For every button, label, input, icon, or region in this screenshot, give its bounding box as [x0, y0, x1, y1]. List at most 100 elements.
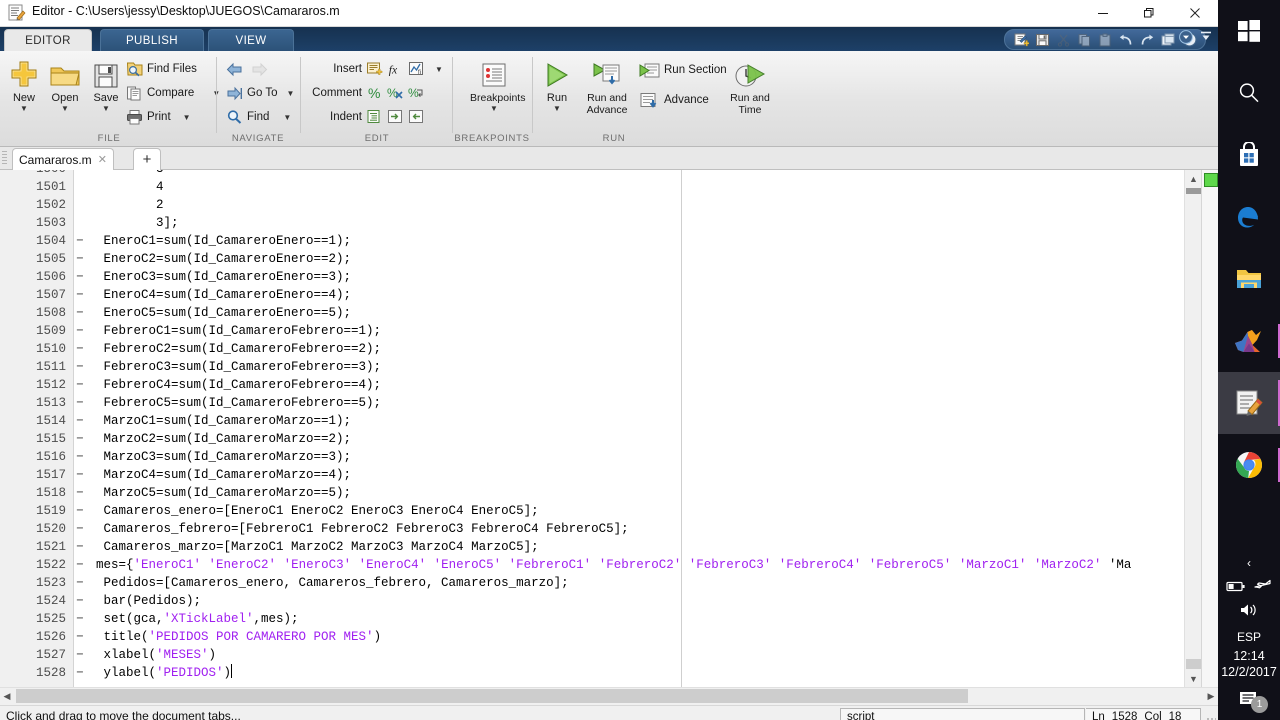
code-line[interactable]: 2	[81, 196, 164, 214]
advance-button[interactable]: Advance	[638, 89, 709, 111]
close-button[interactable]	[1172, 0, 1218, 26]
clock-date[interactable]: 12/2/2017	[1218, 664, 1280, 680]
uncomment-icon[interactable]: %	[387, 85, 404, 102]
code-line[interactable]: FebreroC1=sum(Id_CamareroFebrero==1);	[81, 322, 382, 340]
smart-indent-icon[interactable]	[366, 109, 383, 126]
store-icon[interactable]	[1218, 124, 1280, 186]
find-files-button[interactable]: Find Files	[126, 58, 197, 80]
code-line[interactable]: FebreroC3=sum(Id_CamareroFebrero==3);	[81, 358, 382, 376]
code-line[interactable]: 3	[81, 170, 164, 178]
comment-icon[interactable]: %	[366, 85, 383, 102]
scroll-down-icon[interactable]: ▼	[1185, 670, 1202, 687]
code-line[interactable]: MarzoC4=sum(Id_CamareroMarzo==4);	[81, 466, 352, 484]
tab-editor[interactable]: EDITOR	[4, 29, 92, 51]
code-line[interactable]: xlabel('MESES')	[81, 646, 217, 664]
breakpoints-button[interactable]: Breakpoints ▼	[470, 55, 525, 113]
matlab-icon[interactable]	[1218, 310, 1280, 372]
code-line[interactable]: Pedidos=[Camareros_enero, Camareros_febr…	[81, 574, 569, 592]
scroll-up-icon[interactable]: ▲	[1185, 170, 1202, 187]
minimize-button[interactable]	[1080, 0, 1126, 26]
go-to-button[interactable]: Go To ▼	[226, 82, 294, 104]
code-text-area[interactable]: 1500 31501 41502 21503 3];1504− EneroC1=…	[0, 170, 1218, 687]
scroll-left-icon[interactable]: ◀	[0, 688, 14, 705]
code-line[interactable]: MarzoC1=sum(Id_CamareroMarzo==1);	[81, 412, 352, 430]
insert-plot-icon[interactable]: fi	[408, 61, 425, 78]
insert-dropdown-caret[interactable]: ▼	[435, 65, 443, 74]
file-explorer-icon[interactable]	[1218, 248, 1280, 310]
code-line[interactable]: mes={'EneroC1' 'EneroC2' 'EneroC3' 'Ener…	[81, 556, 1131, 574]
scroll-right-icon[interactable]: ▶	[1204, 688, 1218, 705]
battery-icon[interactable]	[1226, 579, 1246, 598]
tab-view[interactable]: VIEW	[208, 29, 294, 51]
code-line[interactable]: MarzoC5=sum(Id_CamareroMarzo==5);	[81, 484, 352, 502]
edge-icon[interactable]	[1218, 186, 1280, 248]
code-line[interactable]: EneroC5=sum(Id_CamareroEnero==5);	[81, 304, 352, 322]
print-dropdown-caret[interactable]: ▼	[183, 113, 191, 122]
chrome-icon[interactable]	[1218, 434, 1280, 496]
code-line[interactable]: Camareros_marzo=[MarzoC1 MarzoC2 MarzoC3…	[81, 538, 539, 556]
document-tab-bar[interactable]: Camararos.m ✕ +	[0, 147, 1218, 171]
matlab-editor-icon[interactable]	[1218, 372, 1280, 434]
code-line[interactable]: title('PEDIDOS POR CAMARERO POR MES')	[81, 628, 382, 646]
open-dropdown-caret[interactable]: ▼	[43, 105, 87, 113]
back-arrow-icon[interactable]	[226, 61, 243, 78]
show-hidden-icons-button[interactable]: ‹	[1218, 550, 1280, 576]
restore-button[interactable]	[1126, 0, 1172, 26]
new-tab-button[interactable]: +	[133, 148, 161, 171]
run-button[interactable]: Run ▼	[536, 55, 578, 113]
open-button[interactable]: Open ▼	[43, 55, 87, 113]
tab-publish[interactable]: PUBLISH	[100, 29, 204, 51]
run-dropdown-caret[interactable]: ▼	[536, 105, 578, 113]
print-button[interactable]: Print ▼	[126, 106, 191, 128]
code-line[interactable]: 3];	[81, 214, 179, 232]
switch-windows-icon[interactable]	[1158, 30, 1178, 49]
code-line[interactable]: EneroC2=sum(Id_CamareroEnero==2);	[81, 250, 352, 268]
code-line[interactable]: ylabel('PEDIDOS')	[81, 664, 233, 682]
document-tab-camararos[interactable]: Camararos.m ✕	[12, 148, 114, 171]
run-and-advance-button[interactable]: Run and Advance	[578, 55, 636, 116]
new-button[interactable]: New ▼	[2, 55, 46, 113]
vertical-scrollbar[interactable]: ▲ ▼	[1184, 170, 1202, 687]
code-analyzer-bar[interactable]	[1201, 170, 1218, 687]
code-line[interactable]: EneroC4=sum(Id_CamareroEnero==4);	[81, 286, 352, 304]
code-line[interactable]: Camareros_enero=[EneroC1 EneroC2 EneroC3…	[81, 502, 539, 520]
minimize-ribbon-icon[interactable]	[1198, 29, 1214, 50]
compare-button[interactable]: Compare ▼	[126, 82, 220, 104]
find-button[interactable]: Find ▼	[226, 106, 291, 128]
code-line[interactable]: EneroC1=sum(Id_CamareroEnero==1);	[81, 232, 352, 250]
go-to-dropdown-caret[interactable]: ▼	[286, 89, 294, 98]
save-dropdown-caret[interactable]: ▼	[84, 105, 128, 113]
code-line[interactable]: MarzoC3=sum(Id_CamareroMarzo==3);	[81, 448, 352, 466]
search-icon[interactable]	[1218, 62, 1280, 124]
save-icon[interactable]	[1032, 30, 1052, 49]
insert-function-icon[interactable]: fx	[387, 61, 404, 78]
cut-icon[interactable]	[1053, 30, 1073, 49]
insert-section-icon[interactable]	[366, 61, 383, 78]
save-button[interactable]: Save ▼	[84, 55, 128, 113]
code-line[interactable]: Camareros_febrero=[FebreroC1 FebreroC2 F…	[81, 520, 629, 538]
analyzer-ok-indicator[interactable]	[1204, 173, 1218, 187]
undo-icon[interactable]	[1116, 30, 1136, 49]
code-line[interactable]: FebreroC5=sum(Id_CamareroFebrero==5);	[81, 394, 382, 412]
new-dropdown-caret[interactable]: ▼	[2, 105, 46, 113]
notification-center-button[interactable]: 1	[1218, 680, 1280, 720]
code-line[interactable]: FebreroC2=sum(Id_CamareroFebrero==2);	[81, 340, 382, 358]
title-bar[interactable]: Editor - C:\Users\jessy\Desktop\JUEGOS\C…	[0, 0, 1218, 27]
code-editor[interactable]: 1500 31501 41502 21503 3];1504− EneroC1=…	[0, 170, 1218, 687]
breakpoints-dropdown-caret[interactable]: ▼	[470, 105, 518, 113]
volume-button[interactable]	[1218, 600, 1280, 624]
code-line[interactable]: FebreroC4=sum(Id_CamareroFebrero==4);	[81, 376, 382, 394]
horizontal-scrollbar[interactable]: ◀ ▶	[0, 687, 1218, 705]
wrap-comments-icon[interactable]: %	[408, 85, 425, 102]
run-section-button[interactable]: Run Section	[638, 59, 727, 81]
close-icon[interactable]: ✕	[98, 153, 107, 166]
language-indicator[interactable]: ESP	[1218, 630, 1280, 644]
copy-icon[interactable]	[1074, 30, 1094, 49]
run-and-time-button[interactable]: Run and Time	[722, 55, 778, 116]
start-button[interactable]	[1218, 0, 1280, 62]
paste-icon[interactable]	[1095, 30, 1115, 49]
find-dropdown-caret[interactable]: ▼	[283, 113, 291, 122]
code-line[interactable]: set(gca,'XTickLabel',mes);	[81, 610, 299, 628]
hscrollbar-thumb[interactable]	[16, 689, 968, 703]
airplane-mode-icon[interactable]	[1254, 578, 1272, 599]
